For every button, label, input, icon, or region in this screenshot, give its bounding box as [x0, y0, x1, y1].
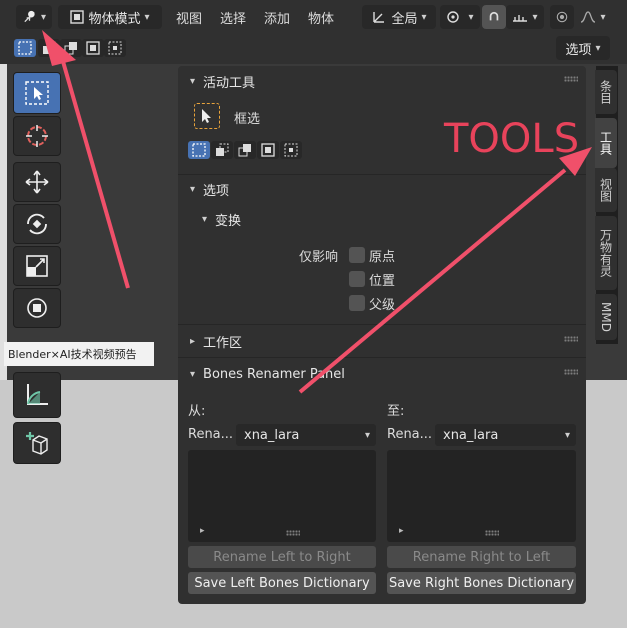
annotation-arrow-to-tool-tab — [298, 168, 567, 394]
annotation-arrows — [42, 30, 592, 394]
annotation-arrow-to-editor-type — [60, 57, 130, 289]
tools-annotation-label: TOOLS — [444, 116, 580, 162]
arrowhead-editor-type — [42, 30, 76, 66]
